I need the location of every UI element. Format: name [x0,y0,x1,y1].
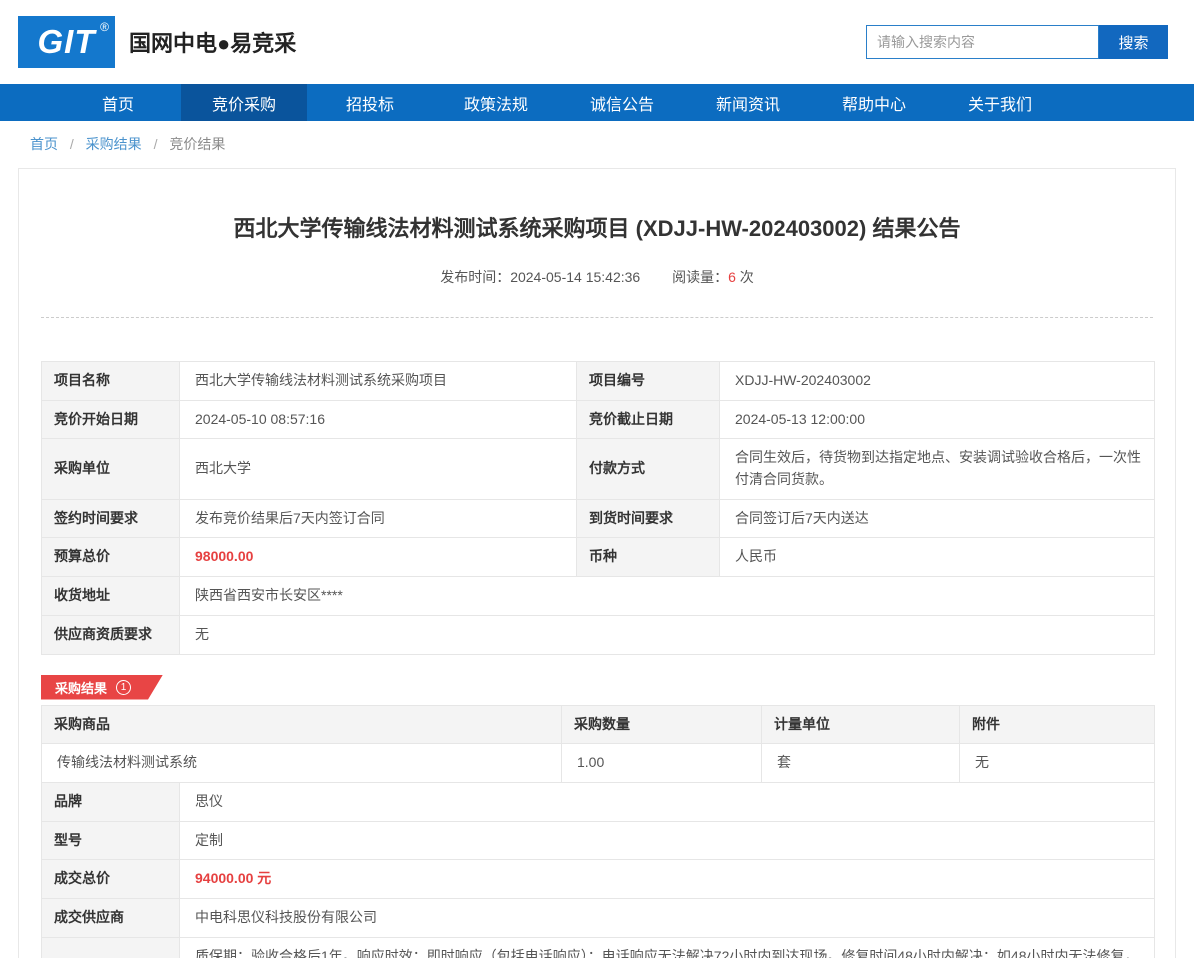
quantity-cell: 1.00 [561,743,762,783]
breadcrumb-current: 竞价结果 [169,136,226,152]
table-row: 供应商资质要求 无 [41,614,1155,655]
model-label: 型号 [41,820,180,861]
buyer-value: 西北大学 [179,438,577,500]
publish-time: 发布时间：2024-05-14 15:42:36 [440,269,640,285]
project-name-value: 西北大学传输线法材料测试系统采购项目 [179,361,577,401]
project-code-label: 项目编号 [576,361,720,401]
winning-supplier-label: 成交供应商 [41,897,180,938]
dashed-divider [41,317,1153,318]
table-row: 传输线法材料测试系统 1.00 套 无 [41,743,1155,783]
delivery-time-label: 到货时间要求 [576,498,720,539]
site-name: 国网中电●易竞采 [129,31,297,56]
result-count-badge: 1 [116,680,131,695]
result-product-table: 采购商品 采购数量 计量单位 附件 传输线法材料测试系统 1.00 套 无 [41,704,1155,783]
bid-end-value: 2024-05-13 12:00:00 [719,399,1155,440]
table-row: 签约时间要求 发布竞价结果后7天内签订合同 到货时间要求 合同签订后7天内送达 [41,498,1155,539]
attachment-cell: 无 [959,743,1155,783]
unit-column-header: 计量单位 [761,704,960,745]
publish-time-label: 发布时间： [440,269,511,285]
nav-item-policies[interactable]: 政策法规 [433,84,559,121]
breadcrumb: 首页 / 采购结果 / 竞价结果 [0,121,1194,164]
bid-start-label: 竞价开始日期 [41,399,180,440]
qualification-value: 无 [179,614,1155,655]
nav-item-news[interactable]: 新闻资讯 [685,84,811,121]
bid-start-value: 2024-05-10 08:57:16 [179,399,577,440]
project-name-label: 项目名称 [41,361,180,401]
notice-card: 西北大学传输线法材料测试系统采购项目 (XDJJ-HW-202403002) 结… [18,168,1176,958]
nav-item-tenders[interactable]: 招投标 [307,84,433,121]
search-bar: 搜索 [866,25,1168,59]
warranty-label: 质保及售后服务 [41,936,180,958]
main-nav: 首页 竞价采购 招投标 政策法规 诚信公告 新闻资讯 帮助中心 关于我们 [0,84,1194,121]
result-detail-table: 品牌 思仪 型号 定制 成交总价 94000.00 元 成交供应商 中电科思仪科… [41,781,1155,958]
table-header-row: 采购商品 采购数量 计量单位 附件 [41,704,1155,745]
nav-item-bidding-procurement[interactable]: 竞价采购 [181,84,307,121]
table-row: 项目名称 西北大学传输线法材料测试系统采购项目 项目编号 XDJJ-HW-202… [41,361,1155,401]
notice-meta: 发布时间：2024-05-14 15:42:36 阅读量：6 次 [41,267,1153,287]
table-row: 收货地址 陕西省西安市长安区**** [41,576,1155,616]
sign-time-label: 签约时间要求 [41,498,180,539]
budget-value: 98000.00 [179,537,577,578]
table-row: 品牌 思仪 [41,781,1155,822]
buyer-label: 采购单位 [41,438,180,500]
view-count: 阅读量：6 次 [672,269,754,285]
table-row: 质保及售后服务 质保期：验收合格后1年。响应时效：即时响应（包括电话响应）；电话… [41,936,1155,958]
warranty-value: 质保期：验收合格后1年。响应时效：即时响应（包括电话响应）；电话响应无法解决72… [179,936,1155,958]
product-column-header: 采购商品 [41,704,562,745]
breadcrumb-procurement-results[interactable]: 采购结果 [86,136,142,152]
view-count-label: 阅读量： [672,269,729,285]
page-title: 西北大学传输线法材料测试系统采购项目 (XDJJ-HW-202403002) 结… [233,216,961,241]
budget-label: 预算总价 [41,537,180,578]
final-price-value: 94000.00 元 [179,859,1155,899]
procurement-result-badge-label: 采购结果 [55,680,108,696]
search-button[interactable]: 搜索 [1099,25,1168,59]
top-header: GIT ® 国网中电●易竞采 搜索 [0,0,1194,84]
table-row: 预算总价 98000.00 币种 人民币 [41,537,1155,578]
search-input[interactable] [866,25,1099,59]
winning-supplier-value: 中电科思仪科技股份有限公司 [179,897,1155,938]
delivery-time-value: 合同签订后7天内送达 [719,498,1155,539]
table-row: 成交总价 94000.00 元 [41,859,1155,899]
payment-label: 付款方式 [576,438,720,500]
git-logo[interactable]: GIT ® [18,16,115,68]
unit-cell: 套 [761,743,960,783]
nav-item-help-center[interactable]: 帮助中心 [811,84,937,121]
publish-time-value: 2024-05-14 15:42:36 [510,269,641,285]
model-value: 定制 [179,820,1155,861]
logo-text: GIT [37,23,96,60]
table-row: 型号 定制 [41,820,1155,861]
brand-value: 思仪 [179,781,1155,822]
currency-label: 币种 [576,537,720,578]
qualification-label: 供应商资质要求 [41,614,180,655]
table-row: 成交供应商 中电科思仪科技股份有限公司 [41,897,1155,938]
currency-value: 人民币 [719,537,1155,578]
procurement-result-badge: 采购结果 1 [41,675,163,700]
view-count-unit: 次 [739,269,754,285]
project-code-value: XDJJ-HW-202403002 [719,361,1155,401]
quantity-column-header: 采购数量 [561,704,762,745]
nav-item-about-us[interactable]: 关于我们 [937,84,1063,121]
table-row: 采购单位 西北大学 付款方式 合同生效后，待货物到达指定地点、安装调试验收合格后… [41,438,1155,500]
attachment-column-header: 附件 [959,704,1155,745]
brand-label: 品牌 [41,781,180,822]
breadcrumb-separator: / [153,136,158,152]
view-count-value: 6 [728,269,736,285]
sign-time-value: 发布竞价结果后7天内签订合同 [179,498,577,539]
breadcrumb-home[interactable]: 首页 [30,136,58,152]
product-name-cell: 传输线法材料测试系统 [41,743,562,783]
project-info-table: 项目名称 西北大学传输线法材料测试系统采购项目 项目编号 XDJJ-HW-202… [41,361,1155,655]
table-row: 竞价开始日期 2024-05-10 08:57:16 竞价截止日期 2024-0… [41,399,1155,440]
address-value: 陕西省西安市长安区**** [179,576,1155,616]
nav-item-home[interactable]: 首页 [55,84,181,121]
nav-item-integrity-notices[interactable]: 诚信公告 [559,84,685,121]
bid-end-label: 竞价截止日期 [576,399,720,440]
final-price-label: 成交总价 [41,859,180,899]
breadcrumb-separator: / [69,136,74,152]
address-label: 收货地址 [41,576,180,616]
payment-value: 合同生效后，待货物到达指定地点、安装调试验收合格后，一次性付清合同货款。 [719,438,1155,500]
registered-trademark-icon: ® [100,20,110,34]
